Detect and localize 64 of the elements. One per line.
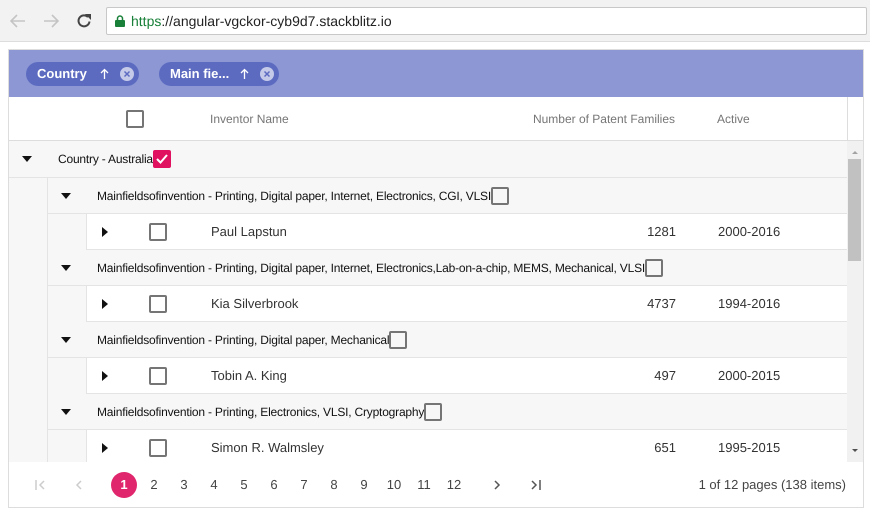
group-checkbox[interactable]: [389, 330, 408, 348]
table-cell-text: 2000-2016: [717, 224, 780, 239]
table-cell-text: 651: [653, 440, 676, 455]
collapse-icon[interactable]: [61, 264, 71, 270]
group-label: Mainfieldsofinvention - Printing, Digital paper, Mechanical: [97, 332, 390, 346]
collapse-icon[interactable]: [61, 192, 71, 198]
collapse-icon[interactable]: [22, 156, 32, 162]
row-checkbox[interactable]: [149, 294, 167, 312]
page-button[interactable]: 2: [141, 472, 167, 498]
table-cell-text: 1281: [646, 224, 676, 239]
page-button[interactable]: 11: [411, 472, 437, 498]
group-checkbox[interactable]: [645, 258, 664, 276]
address-field[interactable]: https://angular-vgckor-cyb9d7.stackblitz.io: [106, 6, 867, 34]
table-cell-text: Paul Lapstun: [211, 224, 288, 239]
expand-icon[interactable]: [102, 370, 108, 380]
row-checkbox[interactable]: [149, 366, 167, 384]
column-header[interactable]: Active: [675, 112, 815, 126]
row-checkbox[interactable]: [149, 438, 167, 456]
group-label: Mainfieldsofinvention - Printing, Electronics, VLSI, Cryptography: [97, 404, 424, 418]
page-button[interactable]: 8: [321, 472, 347, 498]
select-all-checkbox[interactable]: [126, 110, 144, 128]
column-header[interactable]: Number of Patent Families: [531, 112, 675, 126]
remove-icon[interactable]: [120, 66, 134, 80]
group-checkbox[interactable]: [424, 402, 442, 420]
group-label: Mainfieldsofinvention - Printing, Digital paper, Internet, Electronics,Lab-on-a-chip, MEMS, Mechanical, VLSI: [97, 260, 646, 274]
page-button[interactable]: 5: [231, 472, 257, 498]
page-button[interactable]: 9: [351, 472, 377, 498]
collapse-icon[interactable]: [61, 408, 71, 414]
group-chip[interactable]: Main fie...: [159, 62, 280, 86]
table-cell-text: Kia Silverbrook: [211, 296, 300, 311]
page-button[interactable]: 3: [171, 472, 197, 498]
reload-icon[interactable]: [76, 12, 92, 28]
column-header[interactable]: Inventor Name: [210, 112, 531, 126]
table-cell-text: 1995-2015: [717, 440, 780, 455]
table-cell-text: 2000-2015: [717, 368, 780, 383]
table-cell-text: 1994-2016: [717, 296, 780, 311]
table-cell-text: 4737: [646, 296, 676, 311]
sort-ascending-icon[interactable]: [100, 68, 109, 79]
table-cell-text: Tobin A. King: [211, 368, 288, 383]
page-button[interactable]: 6: [261, 472, 287, 498]
next-page-icon[interactable]: [493, 480, 501, 490]
group-label: Mainfieldsofinvention - Printing, Digital paper, Internet, Electronics, CGI, VLSI: [97, 188, 491, 202]
sort-ascending-icon[interactable]: [240, 68, 250, 79]
page-button[interactable]: 10: [381, 472, 407, 498]
lock-icon: [115, 14, 125, 26]
group-checkbox[interactable]: [152, 150, 171, 168]
scrollbar-drawing[interactable]: [847, 141, 863, 462]
collapse-icon[interactable]: [61, 336, 71, 342]
page-button[interactable]: 7: [291, 472, 317, 498]
last-page-icon[interactable]: [529, 480, 541, 490]
group-chip[interactable]: Country: [26, 62, 139, 86]
pager-info: 1 of 12 pages (138 items): [698, 477, 847, 492]
expand-icon[interactable]: [102, 298, 108, 308]
page-button[interactable]: 4: [201, 472, 227, 498]
table-cell-text: Simon R. Walmsley: [211, 440, 325, 455]
page-button[interactable]: 12: [441, 472, 467, 498]
row-checkbox[interactable]: [149, 222, 167, 240]
group-checkbox[interactable]: [491, 186, 509, 204]
group-label: Country - Australia: [58, 152, 153, 166]
page-button[interactable]: 1: [111, 472, 137, 498]
remove-icon[interactable]: [260, 66, 274, 80]
expand-icon[interactable]: [102, 442, 108, 452]
table-cell-text: 497: [653, 368, 676, 383]
expand-icon[interactable]: [102, 226, 108, 236]
